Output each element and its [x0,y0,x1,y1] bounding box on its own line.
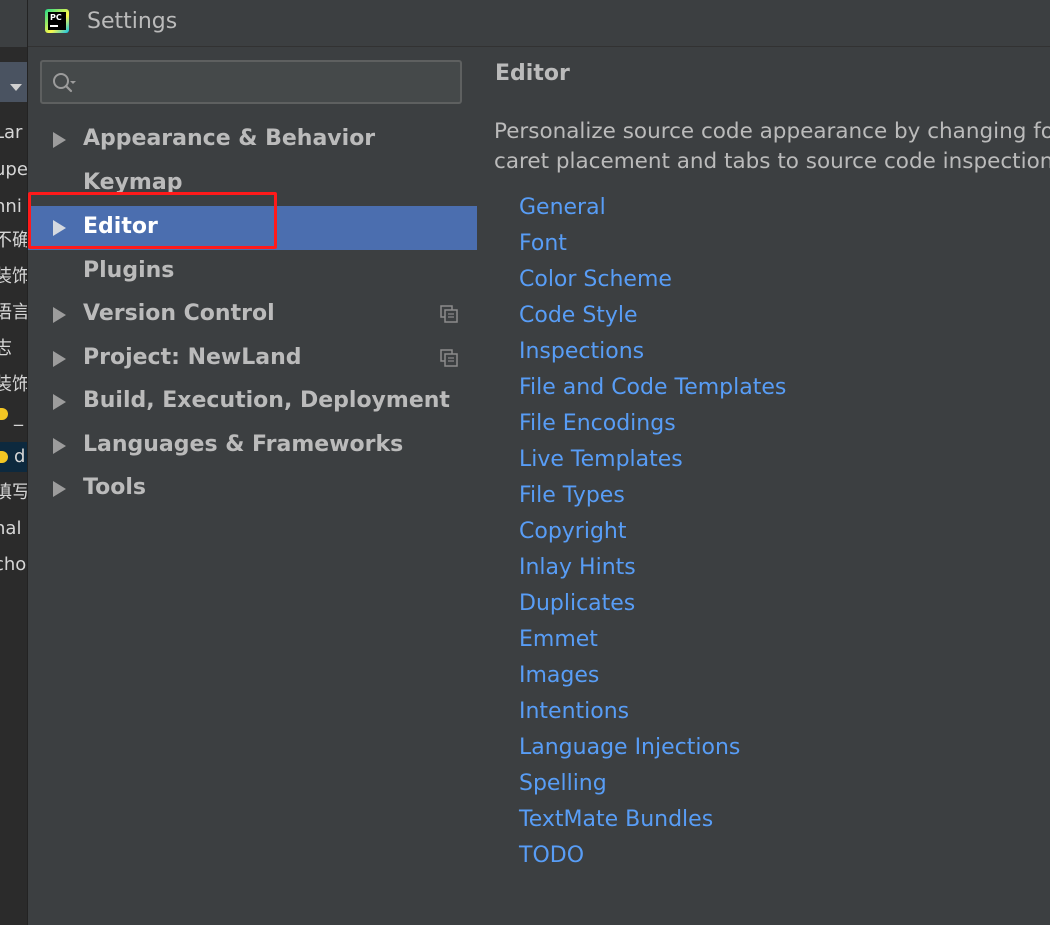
tree-item-plugins[interactable]: Plugins [28,252,477,290]
link-todo[interactable]: TODO [519,843,584,868]
link-language-injections[interactable]: Language Injections [519,735,740,760]
link-images[interactable]: Images [519,663,599,688]
chevron-down-icon [10,84,22,91]
expand-arrow-icon[interactable] [53,438,66,454]
link-copyright[interactable]: Copyright [519,519,627,544]
settings-tree-panel: Appearance & Behavior Keymap Editor Plug… [28,47,477,925]
link-spelling[interactable]: Spelling [519,771,607,796]
tree-item-label: Keymap [83,170,183,195]
background-text: 语言 [0,298,27,328]
tree-item-label: Build, Execution, Deployment [83,388,450,413]
background-text: upe [0,159,27,180]
background-text: 填写 [0,478,27,508]
project-level-icon [440,349,458,367]
background-text: nni [0,196,22,217]
link-inspections[interactable]: Inspections [519,339,644,364]
background-text: 志 [0,334,27,364]
tree-item-tools[interactable]: Tools [28,469,477,507]
expand-arrow-icon[interactable] [53,481,66,497]
tree-item-label: Appearance & Behavior [83,126,376,151]
pycharm-logo-icon: PC [45,9,69,33]
link-inlay-hints[interactable]: Inlay Hints [519,555,636,580]
tree-item-appearance-behavior[interactable]: Appearance & Behavior [28,120,477,158]
page-description: Personalize source code appearance by ch… [494,117,1050,177]
tree-item-label: Languages & Frameworks [83,432,404,457]
logo-text: PC [48,12,66,30]
link-emmet[interactable]: Emmet [519,627,598,652]
editor-subpage-links: General Font Color Scheme Code Style Ins… [519,190,786,874]
link-font[interactable]: Font [519,231,567,256]
window-title: Settings [87,9,178,34]
page-title: Editor [495,61,570,86]
tree-item-version-control[interactable]: Version Control [28,295,477,333]
window-titlebar: PC Settings [28,0,1050,47]
search-box[interactable] [40,60,462,104]
background-nav-bar [0,62,27,102]
tree-item-build-execution-deployment[interactable]: Build, Execution, Deployment [28,382,477,420]
tree-item-label: Version Control [83,301,275,326]
expand-arrow-icon[interactable] [53,307,66,323]
background-ide-strip: Lar upe nni 不确 装饰 语言 志 装饰 _ d 填写 nal cho [0,0,28,925]
background-text: 装饰 [0,370,27,400]
link-textmate-bundles[interactable]: TextMate Bundles [519,807,713,832]
link-file-and-code-templates[interactable]: File and Code Templates [519,375,786,400]
link-duplicates[interactable]: Duplicates [519,591,635,616]
tree-item-label: Plugins [83,258,175,283]
link-color-scheme[interactable]: Color Scheme [519,267,672,292]
background-text: 装饰 [0,262,27,292]
tree-item-editor[interactable]: Editor [28,206,477,250]
link-file-encodings[interactable]: File Encodings [519,411,676,436]
link-live-templates[interactable]: Live Templates [519,447,683,472]
background-text: cho [0,554,27,575]
link-code-style[interactable]: Code Style [519,303,638,328]
expand-arrow-icon[interactable] [53,394,66,410]
link-file-types[interactable]: File Types [519,483,625,508]
description-line: caret placement and tabs to source code … [494,149,1050,174]
tree-item-label: Tools [83,475,146,500]
link-intentions[interactable]: Intentions [519,699,629,724]
description-line: Personalize source code appearance by ch… [494,119,1050,144]
tree-item-label: Editor [83,214,158,239]
tree-item-languages-frameworks[interactable]: Languages & Frameworks [28,426,477,464]
tree-item-label: Project: NewLand [83,345,302,370]
search-icon [53,73,76,93]
background-text: 不确 [0,226,27,256]
editor-settings-content: Editor Personalize source code appearanc… [477,47,1050,925]
expand-arrow-icon[interactable] [53,351,66,367]
background-text: nal [0,518,22,539]
background-text: _ [14,406,23,427]
search-input[interactable] [86,68,450,98]
background-toolbar [0,0,27,47]
expand-arrow-icon[interactable] [53,132,66,148]
expand-arrow-icon[interactable] [53,220,66,236]
tree-item-project[interactable]: Project: NewLand [28,339,477,377]
tree-item-keymap[interactable]: Keymap [28,164,477,202]
background-text: Lar [0,122,23,143]
project-level-icon [440,305,458,323]
link-general[interactable]: General [519,195,606,220]
